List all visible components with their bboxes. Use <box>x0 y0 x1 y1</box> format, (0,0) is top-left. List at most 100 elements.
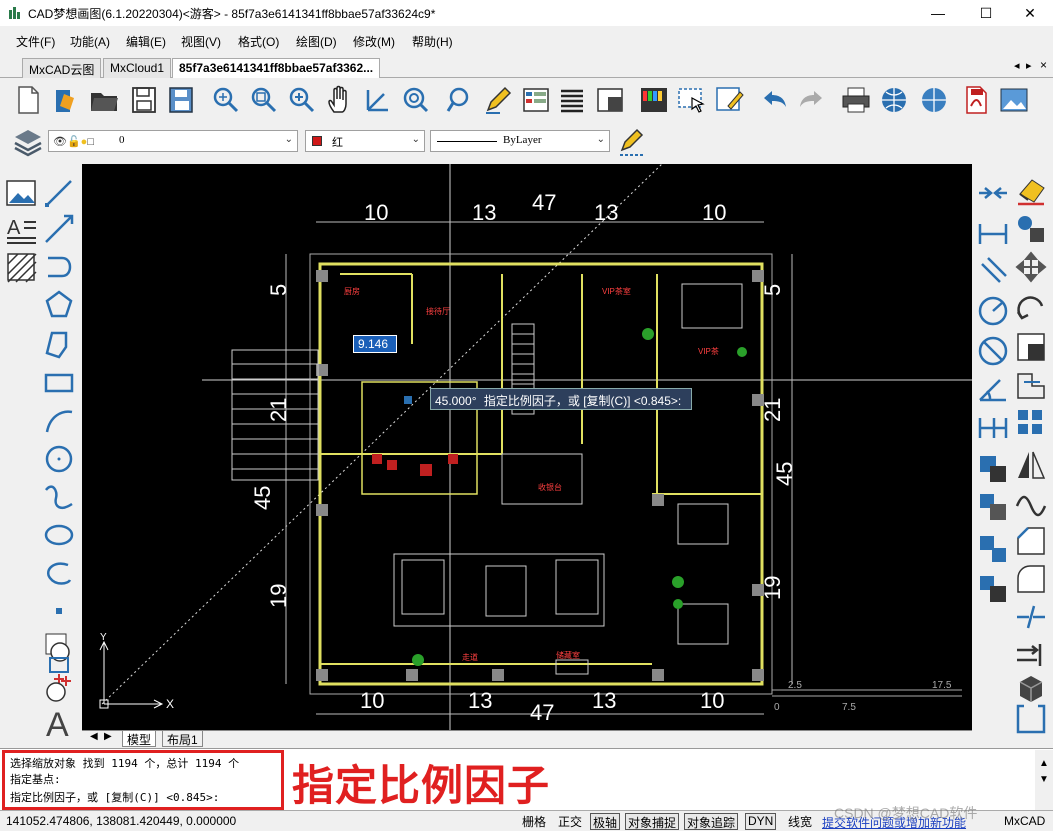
toggle-lineweight[interactable]: 线宽 <box>786 813 814 830</box>
tab-model[interactable]: 模型 <box>122 731 157 747</box>
dim-aligned-icon[interactable] <box>976 254 1010 288</box>
rectangle-icon[interactable] <box>42 366 76 400</box>
tab-current-drawing[interactable]: 85f7a3e6141341ff8bbae57af3362... <box>172 58 381 78</box>
export-web-icon[interactable] <box>918 84 950 116</box>
minimize-button[interactable]: — <box>915 0 961 26</box>
scroll-up-icon[interactable]: ▲ <box>1039 758 1049 769</box>
dim-diameter-icon[interactable] <box>976 334 1010 368</box>
toggle-ortho[interactable]: 正交 <box>556 813 584 830</box>
export-image-icon[interactable] <box>998 84 1030 116</box>
redo-icon[interactable] <box>796 84 828 116</box>
group-icon[interactable] <box>976 572 1010 606</box>
trim-icon[interactable] <box>1014 406 1048 440</box>
pentagon-icon[interactable] <box>42 328 76 362</box>
select-window-icon[interactable] <box>676 84 708 116</box>
spline-icon[interactable] <box>42 480 76 514</box>
toggle-otrack[interactable]: 对象追踪 <box>684 813 739 830</box>
undo-icon[interactable] <box>758 84 790 116</box>
toggle-polar[interactable]: 极轴 <box>590 813 621 830</box>
tab-mxcloud1[interactable]: MxCloud1 <box>103 58 172 78</box>
color-bars-icon[interactable] <box>638 84 670 116</box>
circle-icon[interactable] <box>42 442 76 476</box>
toggle-osnap[interactable]: 对象捕捉 <box>625 813 680 830</box>
offset-copy-icon[interactable] <box>976 490 1010 524</box>
mirror-icon[interactable] <box>1014 448 1048 482</box>
tab-next-icon[interactable]: ▸ <box>1026 59 1032 72</box>
properties-list-icon[interactable] <box>556 84 588 116</box>
dim-linear-icon[interactable] <box>976 216 1010 250</box>
tab-close-icon[interactable]: × <box>1040 58 1047 72</box>
line-icon[interactable] <box>42 176 76 210</box>
menu-function[interactable]: 功能(A) <box>70 33 110 50</box>
menu-modify[interactable]: 修改(M) <box>353 33 395 50</box>
array-icon[interactable] <box>976 452 1010 486</box>
drawing-canvas[interactable]: VIP茶室 VIP茶 接待厅 收银台 走道 储藏室 厨房 10 13 47 13… <box>82 164 972 730</box>
menu-draw[interactable]: 绘图(D) <box>296 33 337 50</box>
ucs-axis-icon[interactable] <box>362 84 394 116</box>
pencil-draw-icon[interactable] <box>482 84 514 116</box>
save-icon[interactable] <box>128 84 160 116</box>
zoom-extents-icon[interactable] <box>248 84 280 116</box>
tab-prev-icon[interactable]: ◂ <box>1014 59 1020 72</box>
open-cloud-icon[interactable] <box>50 84 82 116</box>
zoom-realtime-icon[interactable] <box>400 84 432 116</box>
layers-stack-icon[interactable] <box>12 126 44 158</box>
break-at-point-icon[interactable] <box>976 176 1010 210</box>
export-pdf-icon[interactable] <box>960 84 992 116</box>
chamfer-icon[interactable] <box>1014 524 1048 558</box>
close-button[interactable]: ✕ <box>1007 0 1053 26</box>
match-properties-icon[interactable] <box>714 84 746 116</box>
pencil-edit-icon[interactable] <box>616 126 648 158</box>
hatch-icon[interactable] <box>4 250 38 284</box>
color-select[interactable]: 红 ⌄ <box>305 130 425 152</box>
copy-object-icon[interactable] <box>1014 212 1048 246</box>
menu-format[interactable]: 格式(O) <box>238 33 279 50</box>
zoom-previous-icon[interactable] <box>444 84 476 116</box>
dim-continue-icon[interactable] <box>976 410 1010 444</box>
dim-angular-icon[interactable] <box>976 372 1010 406</box>
text-icon[interactable]: A <box>42 704 76 738</box>
command-scrollbar[interactable]: ▲ ▼ <box>1035 750 1053 810</box>
layer-select[interactable]: 👁🔓●□ 0 ⌄ <box>48 130 298 152</box>
zoom-in-icon[interactable] <box>286 84 318 116</box>
layout-next-icon[interactable]: ▶ <box>100 731 116 747</box>
rotate-icon[interactable] <box>1014 290 1048 324</box>
polygon-icon[interactable] <box>42 288 76 322</box>
ellipse-arc-icon[interactable] <box>42 556 76 590</box>
insert-image-icon[interactable] <box>4 176 38 210</box>
menu-help[interactable]: 帮助(H) <box>412 33 453 50</box>
bracket-frame-icon[interactable] <box>1014 702 1048 736</box>
dynamic-distance-input[interactable]: 9.146 <box>353 335 397 353</box>
layer-manager-icon[interactable] <box>520 84 552 116</box>
tab-layout1[interactable]: 布局1 <box>162 731 203 747</box>
print-icon[interactable] <box>840 84 872 116</box>
menu-view[interactable]: 视图(V) <box>181 33 221 50</box>
linetype-select[interactable]: ByLayer ⌄ <box>430 130 610 152</box>
dim-radius-icon[interactable] <box>976 294 1010 328</box>
3d-box-icon[interactable] <box>1014 670 1048 704</box>
toggle-grid[interactable]: 栅格 <box>520 813 548 830</box>
scale-icon[interactable] <box>1014 330 1048 364</box>
table-insert-icon[interactable] <box>42 672 76 706</box>
extend-icon[interactable] <box>1014 638 1048 672</box>
arc-icon[interactable] <box>42 404 76 438</box>
move-icon[interactable] <box>1014 250 1048 284</box>
open-folder-icon[interactable] <box>88 84 120 116</box>
multiline-text-icon[interactable]: A <box>4 212 38 246</box>
break-line-icon[interactable] <box>1014 600 1048 634</box>
wave-icon[interactable] <box>1014 486 1048 520</box>
explode-icon[interactable] <box>976 532 1010 566</box>
ray-icon[interactable] <box>42 212 76 246</box>
save-as-icon[interactable] <box>166 84 198 116</box>
point-icon[interactable] <box>42 594 76 628</box>
menu-file[interactable]: 文件(F) <box>16 33 55 50</box>
maximize-button[interactable]: ☐ <box>963 0 1009 26</box>
publish-web-icon[interactable] <box>878 84 910 116</box>
scroll-down-icon[interactable]: ▼ <box>1039 774 1049 785</box>
pan-hand-icon[interactable] <box>324 84 356 116</box>
tab-mxcad-cloud[interactable]: MxCAD云图 <box>22 58 102 78</box>
polyline-icon[interactable] <box>42 250 76 284</box>
menu-edit[interactable]: 编辑(E) <box>126 33 166 50</box>
fillet-icon[interactable] <box>1014 562 1048 596</box>
block-icon[interactable] <box>594 84 626 116</box>
